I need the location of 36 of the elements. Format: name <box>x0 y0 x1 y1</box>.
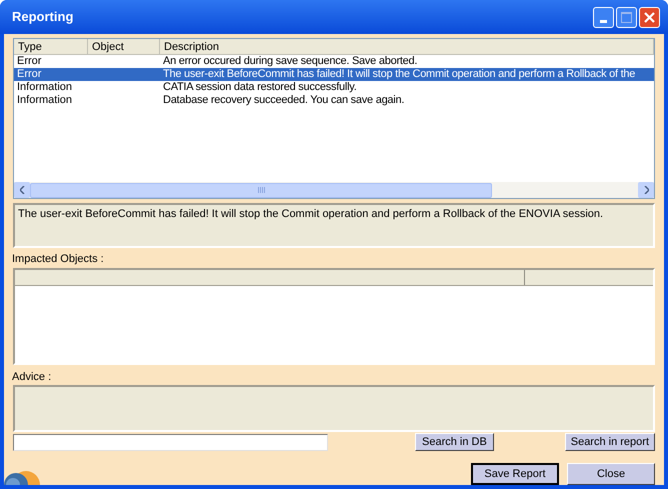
maximize-button[interactable] <box>616 6 637 28</box>
table-cell-text: Information <box>16 94 74 107</box>
table-cell-text: Database recovery succeeded. You can save again. <box>162 94 406 107</box>
minimize-icon <box>600 20 607 22</box>
table-cell-text: An error occured during save sequence. Save aborted. <box>162 55 418 68</box>
orb-icon <box>4 469 40 485</box>
close-dialog-button[interactable]: Close <box>567 463 655 485</box>
table-cell-text: The user-exit BeforeCommit has failed! It will stop the Commit operation and perform a Rollback of the <box>162 68 636 81</box>
impacted-objects-label: Impacted Objects : <box>12 253 105 266</box>
maximize-icon <box>621 12 632 22</box>
grip-icon <box>258 187 264 193</box>
table-cell-text: Error <box>16 55 42 68</box>
column-header[interactable]: Type <box>14 39 88 54</box>
message-row[interactable]: Error The user-exit BeforeCommit has failed! It will stop the Commit operation and perform a Rollback of the <box>14 68 654 81</box>
save-report-button[interactable]: Save Report <box>471 463 559 485</box>
column-header[interactable]: Description <box>160 39 654 54</box>
scroll-left-button[interactable] <box>14 182 30 198</box>
table-cell-text: Error <box>16 68 42 81</box>
message-row[interactable]: Information Database recovery succeeded. You can save again. <box>14 94 654 107</box>
detail-text: The user-exit BeforeCommit has failed! It will stop the Commit operation and perform a Rollback of the ENOVIA session. <box>18 208 604 220</box>
search-in-db-button[interactable]: Search in DB <box>415 433 494 451</box>
close-button[interactable] <box>639 6 660 28</box>
scroll-right-button[interactable] <box>638 182 654 198</box>
minimize-button[interactable] <box>593 6 614 28</box>
message-row[interactable]: Information CATIA session data restored successfully. <box>14 81 654 94</box>
horizontal-scrollbar[interactable] <box>14 182 654 198</box>
search-field[interactable] <box>13 434 328 450</box>
message-row[interactable]: Error An error occured during save sequence. Save aborted. <box>14 55 654 68</box>
window-title: Reporting <box>12 8 74 26</box>
table-cell-text: CATIA session data restored successfully. <box>162 81 358 94</box>
search-in-report-button[interactable]: Search in report <box>564 433 655 451</box>
scroll-thumb[interactable] <box>30 182 492 198</box>
table-cell-text: Information <box>16 81 74 94</box>
column-header[interactable]: Object <box>88 39 160 54</box>
close-icon <box>644 12 655 22</box>
advice-label: Advice : <box>12 371 52 384</box>
